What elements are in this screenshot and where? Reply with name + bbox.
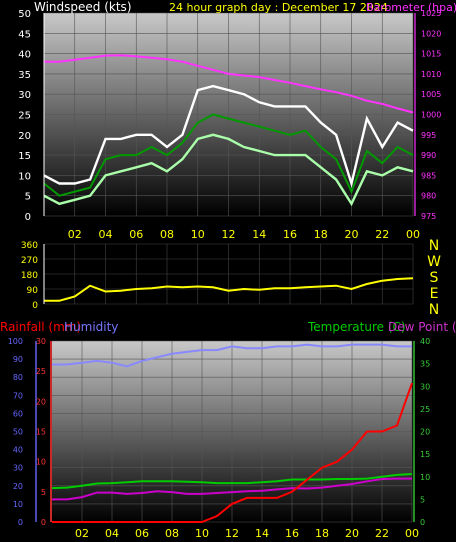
time-tick-label: 12 [222, 228, 236, 241]
time-tick-label: 12 [225, 527, 239, 540]
windspeed-axis-label: Windspeed (kts) [34, 0, 132, 14]
time-tick-label: 22 [375, 228, 389, 241]
barometer-tick-label: 980 [421, 192, 436, 201]
humidity-tick-label: 40 [13, 446, 23, 455]
windspeed-tick-label: 25 [18, 111, 31, 122]
rainfall-tick-label: 0 [41, 518, 46, 527]
humidity-tick-label: 20 [13, 482, 23, 491]
humidity-tick-label: 60 [13, 409, 23, 418]
rainfall-tick-label: 25 [36, 367, 46, 376]
barometer-tick-label: 990 [421, 151, 436, 160]
windspeed-tick-label: 30 [18, 90, 31, 101]
time-tick-label: 02 [68, 228, 82, 241]
humidity-tick-label: 80 [13, 373, 23, 382]
temperature-tick-label: 5 [420, 495, 425, 504]
time-tick-label: 10 [195, 527, 209, 540]
time-tick-label: 00 [405, 527, 419, 540]
temperature-tick-label: 40 [420, 337, 430, 346]
time-tick-label: 18 [315, 527, 329, 540]
humidity-legend: Humidity [64, 320, 118, 334]
windspeed-tick-label: 20 [18, 131, 31, 142]
direction-tick-label: 180 [21, 271, 38, 281]
direction-tick-label: 0 [32, 301, 38, 311]
temperature-tick-label: 0 [420, 518, 425, 527]
time-tick-label: 20 [345, 527, 359, 540]
temperature-tick-label: 10 [420, 473, 430, 482]
rainfall-tick-label: 30 [36, 337, 46, 346]
compass-label: E [430, 286, 439, 302]
temperature-tick-label: 35 [420, 360, 430, 369]
barometer-tick-label: 1005 [421, 90, 441, 99]
wind-pressure-panel: 05101520253035404550 9759809859909951000… [18, 0, 456, 241]
windspeed-tick-label: 5 [25, 192, 31, 203]
windspeed-tick-label: 40 [18, 50, 31, 61]
time-tick-label: 04 [99, 228, 113, 241]
time-tick-label: 10 [191, 228, 205, 241]
direction-tick-label: 90 [27, 286, 39, 296]
chart-title: 24 hour graph day : December 17 2024 [169, 1, 388, 14]
humidity-tick-label: 50 [13, 428, 23, 437]
humidity-tick-label: 70 [13, 391, 23, 400]
weather-graph: 05101520253035404550 9759809859909951000… [0, 0, 456, 540]
humidity-tick-label: 10 [13, 500, 23, 509]
time-tick-label: 14 [252, 228, 266, 241]
time-tick-label: 00 [406, 228, 420, 241]
windspeed-tick-label: 15 [18, 151, 31, 162]
time-tick-label: 04 [105, 527, 119, 540]
time-tick-label: 02 [75, 527, 89, 540]
time-tick-label: 18 [314, 228, 328, 241]
temperature-tick-label: 25 [420, 405, 430, 414]
time-tick-label: 06 [129, 228, 143, 241]
time-tick-label: 16 [285, 527, 299, 540]
rainfall-tick-label: 15 [36, 428, 46, 437]
barometer-tick-label: 975 [421, 212, 436, 221]
compass-label: S [430, 270, 439, 286]
time-tick-label: 08 [165, 527, 179, 540]
time-tick-label: 08 [160, 228, 174, 241]
direction-tick-label: 360 [21, 241, 38, 251]
barometer-tick-label: 1010 [421, 70, 441, 79]
humidity-tick-label: 0 [18, 518, 23, 527]
time-tick-label: 22 [375, 527, 389, 540]
time-tick-label: 06 [135, 527, 149, 540]
temperature-tick-label: 15 [420, 450, 430, 459]
humidity-tick-label: 100 [8, 337, 23, 346]
rainfall-tick-label: 5 [41, 488, 46, 497]
humidity-tick-label: 90 [13, 355, 23, 364]
compass-label: W [427, 254, 441, 270]
windspeed-tick-label: 35 [18, 70, 31, 81]
dewpoint-legend: Dew Point (C) [388, 320, 456, 334]
temperature-tick-label: 30 [420, 382, 430, 391]
direction-tick-label: 270 [21, 256, 38, 266]
windspeed-tick-label: 0 [25, 212, 31, 223]
humidity-tick-label: 30 [13, 464, 23, 473]
windspeed-tick-label: 50 [18, 9, 31, 20]
compass-label: N [429, 302, 439, 318]
temperature-tick-label: 20 [420, 428, 430, 437]
barometer-tick-label: 1000 [421, 111, 441, 120]
barometer-axis-label: Barometer (hpa) [366, 1, 456, 14]
barometer-tick-label: 995 [421, 131, 436, 140]
barometer-tick-label: 1015 [421, 50, 441, 59]
rainfall-tick-label: 10 [36, 458, 46, 467]
wind-direction-panel: 090180270360 NWSEN [21, 238, 441, 318]
time-tick-label: 20 [345, 228, 359, 241]
time-tick-label: 14 [255, 527, 269, 540]
barometer-tick-label: 985 [421, 171, 436, 180]
compass-label: N [429, 238, 439, 254]
time-tick-label: 16 [283, 228, 297, 241]
barometer-tick-label: 1020 [421, 29, 441, 38]
rain-humidity-temp-panel: 0102030405060708090100051015202530051015… [0, 320, 456, 540]
windspeed-tick-label: 45 [18, 29, 31, 40]
rainfall-tick-label: 20 [36, 397, 46, 406]
windspeed-tick-label: 10 [18, 171, 31, 182]
